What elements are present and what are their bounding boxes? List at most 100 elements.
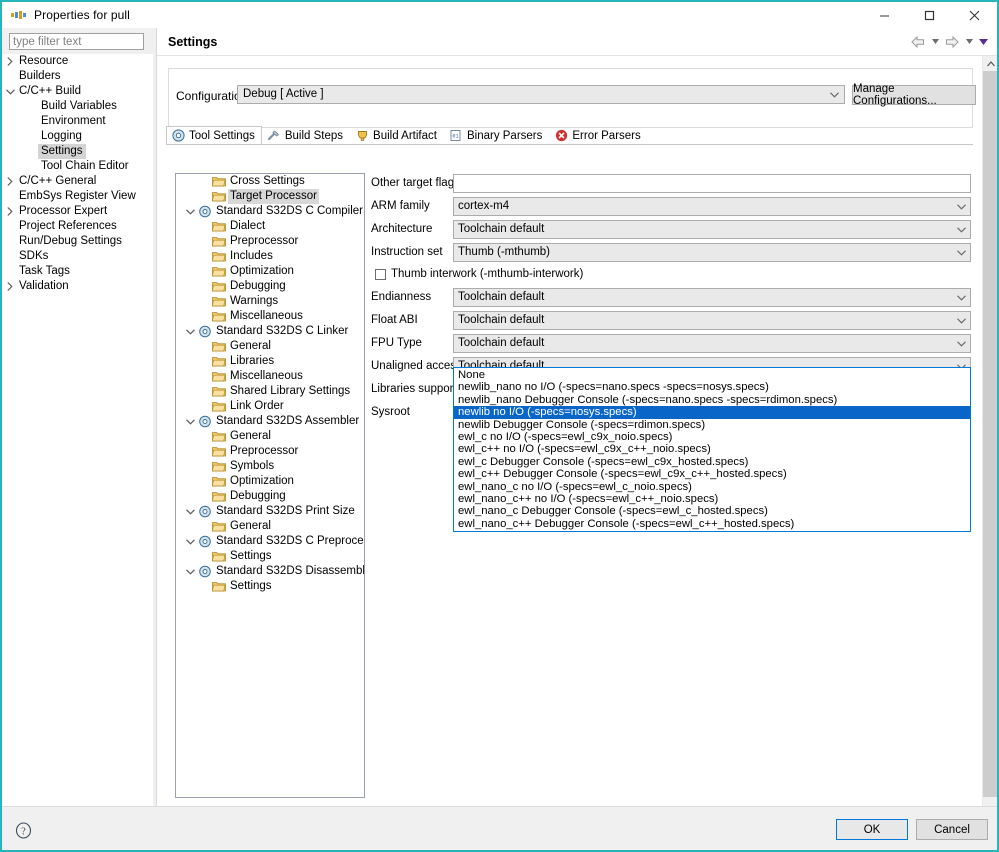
minimize-button[interactable] <box>862 2 907 28</box>
sidebar-item-settings[interactable]: Settings <box>2 144 153 159</box>
tab-build-artifact[interactable]: Build Artifact <box>350 126 444 145</box>
tool-tree-item-standard-s32ds-print-size[interactable]: Standard S32DS Print Size <box>176 504 364 519</box>
sidebar-item-c-c-build[interactable]: C/C++ Build <box>2 84 153 99</box>
tool-tree-item-warnings[interactable]: Warnings <box>176 294 364 309</box>
tool-tree-item-preprocessor[interactable]: Preprocessor <box>176 234 364 249</box>
tool-tree-item-debugging[interactable]: Debugging <box>176 279 364 294</box>
tool-tree-item-general[interactable]: General <box>176 339 364 354</box>
tab-tool-settings[interactable]: Tool Settings <box>166 126 262 145</box>
dropdown-option-8[interactable]: ewl_c++ Debugger Console (-specs=ewl_c9x… <box>454 468 970 480</box>
sidebar-item-c-c-general[interactable]: C/C++ General <box>2 174 153 189</box>
tool-tree-item-standard-s32ds-c-linker[interactable]: Standard S32DS C Linker <box>176 324 364 339</box>
sidebar-item-processor-expert[interactable]: Processor Expert <box>2 204 153 219</box>
combo-endianness[interactable]: Toolchain default <box>453 288 971 307</box>
tool-tree-item-link-order[interactable]: Link Order <box>176 399 364 414</box>
sidebar-item-task-tags[interactable]: Task Tags <box>2 264 153 279</box>
chevron-down-icon[interactable] <box>184 204 196 219</box>
combo-float-abi[interactable]: Toolchain default <box>453 311 971 330</box>
chevron-right-icon[interactable] <box>2 204 18 219</box>
tab-binary-parsers[interactable]: 01 Binary Parsers <box>444 126 549 145</box>
libraries-support-dropdown-list[interactable]: None newlib_nano no I/O (-specs=nano.spec… <box>453 367 971 533</box>
content-scrollbar[interactable] <box>982 56 997 811</box>
dropdown-option-4[interactable]: newlib Debugger Console (-specs=rdimon.s… <box>454 419 970 431</box>
dropdown-option-2[interactable]: newlib_nano Debugger Console (-specs=nan… <box>454 394 970 406</box>
sidebar-item-builders[interactable]: Builders <box>2 69 153 84</box>
maximize-button[interactable] <box>907 2 952 28</box>
back-arrow-icon[interactable] <box>909 33 927 50</box>
tool-tree-item-general[interactable]: General <box>176 429 364 444</box>
input-other-target-flags[interactable] <box>453 174 971 193</box>
tool-tree-item-target-processor[interactable]: Target Processor <box>176 189 364 204</box>
tool-tree-item-libraries[interactable]: Libraries <box>176 354 364 369</box>
combo-architecture[interactable]: Toolchain default <box>453 220 971 239</box>
tool-tree-item-preprocessor[interactable]: Preprocessor <box>176 444 364 459</box>
tool-tree-item-optimization[interactable]: Optimization <box>176 474 364 489</box>
cancel-button[interactable]: Cancel <box>916 819 988 840</box>
tool-tree[interactable]: Cross Settings Target Processor Standard S… <box>175 173 365 798</box>
forward-chevron-down-icon[interactable] <box>963 33 975 50</box>
combo-instruction-set[interactable]: Thumb (-mthumb) <box>453 243 971 262</box>
sidebar-item-validation[interactable]: Validation <box>2 279 153 294</box>
thumb-interwork-checkbox[interactable] <box>375 269 386 280</box>
dropdown-option-3[interactable]: newlib no I/O (-specs=nosys.specs) <box>454 406 970 419</box>
chevron-right-icon[interactable] <box>2 174 18 189</box>
dropdown-option-12[interactable]: ewl_nano_c++ Debugger Console (-specs=ew… <box>454 518 970 530</box>
chevron-right-icon[interactable] <box>2 279 18 294</box>
configuration-combo[interactable]: Debug [ Active ] <box>237 85 845 104</box>
scrollbar-thumb[interactable] <box>983 71 997 797</box>
dropdown-option-5[interactable]: ewl_c no I/O (-specs=ewl_c9x_noio.specs) <box>454 431 970 443</box>
combo-arm-family[interactable]: cortex-m4 <box>453 197 971 216</box>
tool-tree-item-standard-s32ds-disassembler[interactable]: Standard S32DS Disassembler <box>176 564 364 579</box>
manage-configurations-button[interactable]: Manage Configurations... <box>852 83 976 107</box>
tool-tree-item-settings[interactable]: Settings <box>176 579 364 594</box>
sidebar-item-tool-chain-editor[interactable]: Tool Chain Editor <box>2 159 153 174</box>
forward-arrow-icon[interactable] <box>943 33 961 50</box>
chevron-down-icon[interactable] <box>184 564 196 579</box>
help-icon[interactable]: ? <box>14 821 32 839</box>
dropdown-option-6[interactable]: ewl_c++ no I/O (-specs=ewl_c9x_c++_noio.… <box>454 443 970 455</box>
tool-tree-item-settings[interactable]: Settings <box>176 549 364 564</box>
tool-tree-item-includes[interactable]: Includes <box>176 249 364 264</box>
tool-tree-item-dialect[interactable]: Dialect <box>176 219 364 234</box>
close-button[interactable] <box>952 2 997 28</box>
chevron-down-icon[interactable] <box>184 504 196 519</box>
tool-tree-item-standard-s32ds-assembler[interactable]: Standard S32DS Assembler <box>176 414 364 429</box>
sidebar-item-logging[interactable]: Logging <box>2 129 153 144</box>
tool-tree-item-miscellaneous[interactable]: Miscellaneous <box>176 369 364 384</box>
dropdown-option-7[interactable]: ewl_c Debugger Console (-specs=ewl_c9x_h… <box>454 456 970 468</box>
dropdown-option-0[interactable]: None <box>454 369 970 381</box>
combo-fpu-type[interactable]: Toolchain default <box>453 334 971 353</box>
sidebar-item-build-variables[interactable]: Build Variables <box>2 99 153 114</box>
tool-tree-item-debugging[interactable]: Debugging <box>176 489 364 504</box>
tool-tree-item-general[interactable]: General <box>176 519 364 534</box>
tool-tree-item-cross-settings[interactable]: Cross Settings <box>176 174 364 189</box>
sidebar-item-resource[interactable]: Resource <box>2 54 153 69</box>
chevron-down-icon[interactable] <box>2 84 18 99</box>
chevron-down-icon[interactable] <box>184 324 196 339</box>
tool-tree-item-symbols[interactable]: Symbols <box>176 459 364 474</box>
dropdown-option-1[interactable]: newlib_nano no I/O (-specs=nano.specs -s… <box>454 381 970 393</box>
tool-tree-item-optimization[interactable]: Optimization <box>176 264 364 279</box>
dropdown-option-11[interactable]: ewl_nano_c Debugger Console (-specs=ewl_… <box>454 505 970 517</box>
dropdown-option-10[interactable]: ewl_nano_c++ no I/O (-specs=ewl_c++_noio… <box>454 493 970 505</box>
tool-tree-item-standard-s32ds-c-preprocessor[interactable]: Standard S32DS C Preprocessor <box>176 534 364 549</box>
sidebar-item-environment[interactable]: Environment <box>2 114 153 129</box>
sidebar-item-run-debug-settings[interactable]: Run/Debug Settings <box>2 234 153 249</box>
tab-build-steps[interactable]: Build Steps <box>262 126 350 145</box>
dropdown-option-9[interactable]: ewl_nano_c no I/O (-specs=ewl_c_noio.spe… <box>454 481 970 493</box>
sidebar-item-project-references[interactable]: Project References <box>2 219 153 234</box>
chevron-down-icon[interactable] <box>184 414 196 429</box>
chevron-right-icon[interactable] <box>2 54 18 69</box>
settings-category-tree[interactable]: Resource Builders C/C++ Build Build Variabl… <box>2 54 153 811</box>
chevron-down-icon[interactable] <box>184 534 196 549</box>
ok-button[interactable]: OK <box>836 819 908 840</box>
scroll-up-icon[interactable] <box>983 56 997 71</box>
back-chevron-down-icon[interactable] <box>929 33 941 50</box>
sidebar-item-embsys-register-view[interactable]: EmbSys Register View <box>2 189 153 204</box>
filter-input[interactable] <box>9 33 144 50</box>
tool-tree-item-standard-s32ds-c-compiler[interactable]: Standard S32DS C Compiler <box>176 204 364 219</box>
settings-tabs[interactable]: Tool Settings Build Steps Build Artifact 01… <box>166 125 648 145</box>
sidebar-item-sdks[interactable]: SDKs <box>2 249 153 264</box>
thumb-interwork-checkbox-row[interactable]: Thumb interwork (-mthumb-interwork) <box>371 265 971 287</box>
tab-error-parsers[interactable]: Error Parsers <box>549 126 647 145</box>
